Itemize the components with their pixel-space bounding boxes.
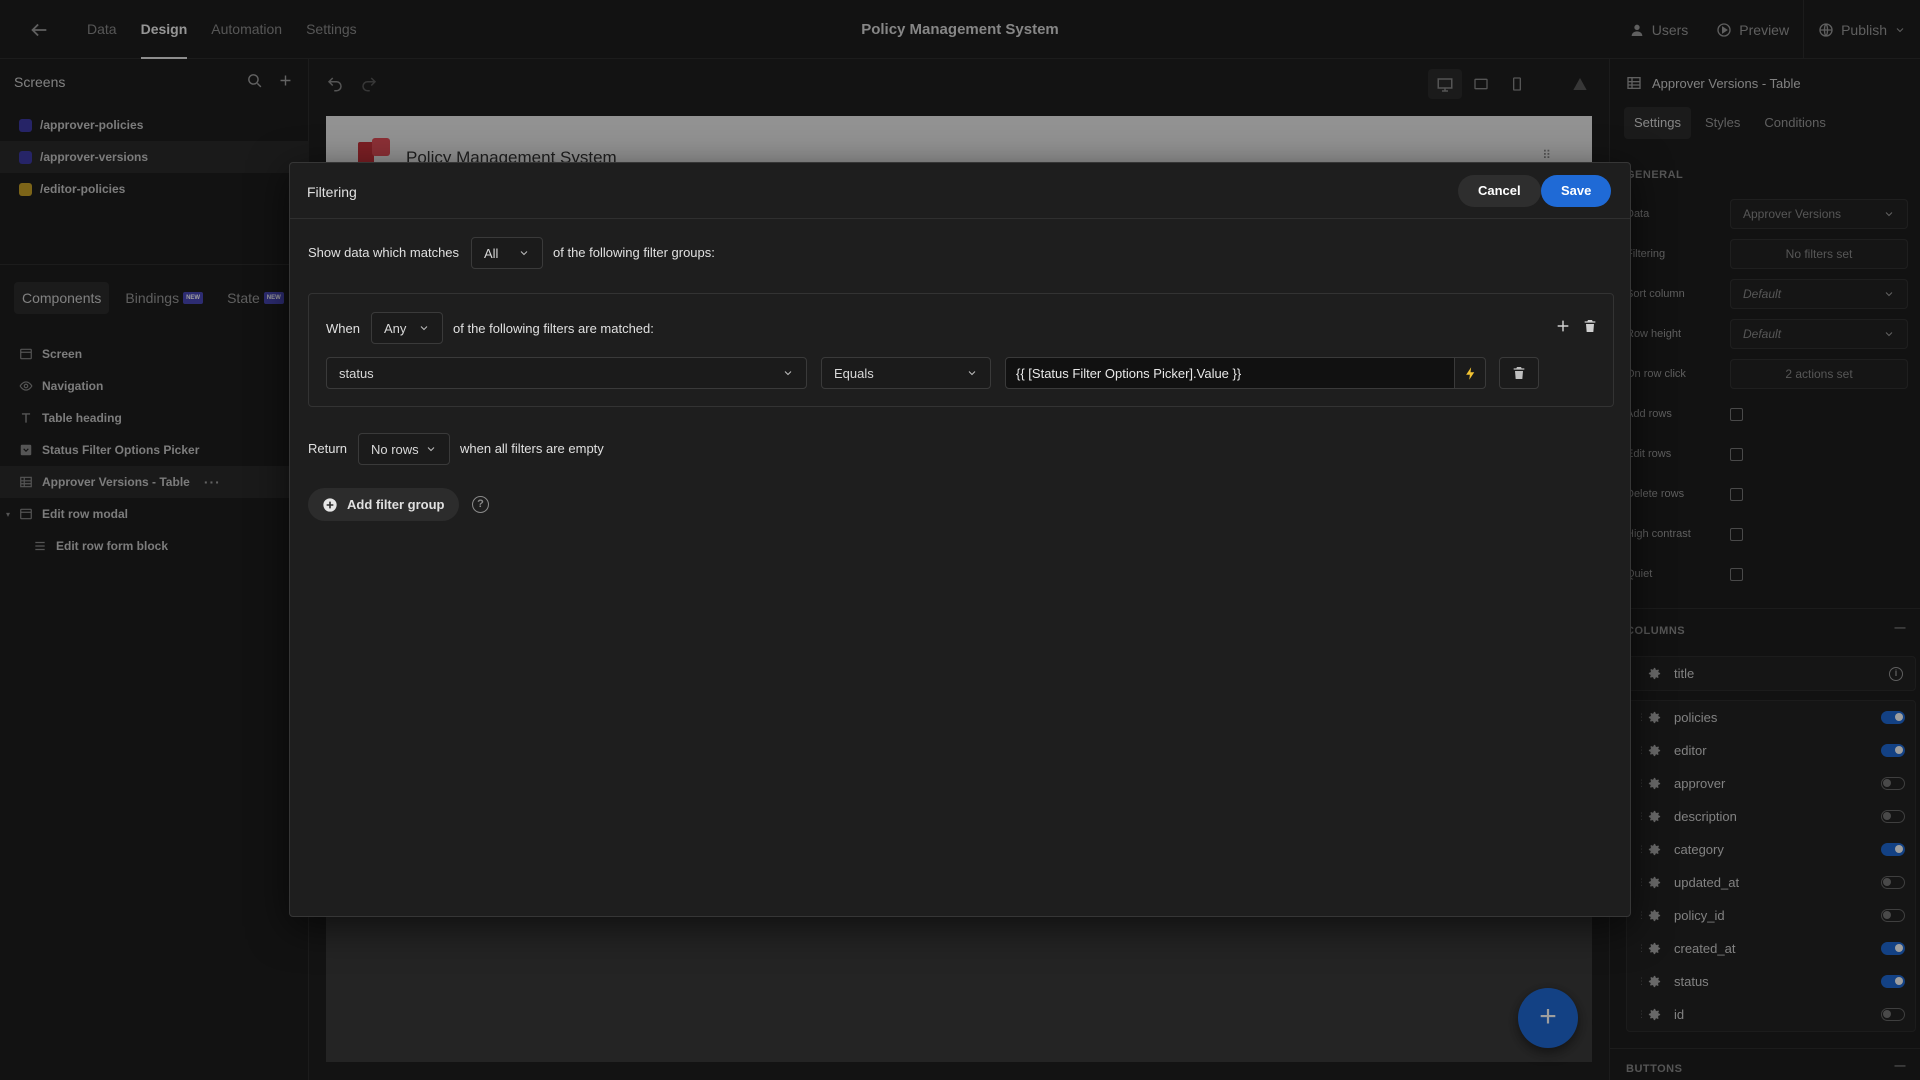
chevron-down-icon: [425, 443, 437, 455]
add-filter-group-button[interactable]: Add filter group: [308, 488, 459, 521]
filter-operator-select[interactable]: Equals: [821, 357, 991, 389]
filtering-modal: Filtering Cancel Save Show data which ma…: [289, 162, 1631, 917]
lightning-icon: [1463, 366, 1478, 381]
add-filter-group-label: Add filter group: [347, 497, 445, 512]
filter-operator-value: Equals: [834, 365, 874, 381]
trash-icon: [1511, 365, 1527, 381]
match-mode-select[interactable]: All: [471, 237, 543, 269]
return-select[interactable]: No rows: [358, 433, 450, 465]
modal-header: Filtering Cancel Save: [290, 163, 1630, 219]
add-filter-icon[interactable]: [1555, 318, 1571, 334]
delete-group-icon[interactable]: [1582, 318, 1598, 334]
return-label: Return: [308, 441, 348, 456]
chevron-down-icon: [966, 367, 978, 379]
when-label: When: [326, 321, 360, 336]
chevron-down-icon: [418, 322, 430, 334]
group-suffix: of the following filters are matched:: [453, 321, 654, 336]
cancel-button[interactable]: Cancel: [1458, 175, 1541, 207]
show-data-suffix: of the following filter groups:: [553, 245, 715, 260]
modal-title: Filtering: [307, 184, 357, 200]
chevron-down-icon: [518, 247, 530, 259]
binding-bolt-button[interactable]: [1454, 357, 1486, 389]
filter-group: When Any of the following filters are ma…: [308, 293, 1614, 407]
return-suffix: when all filters are empty: [460, 441, 604, 456]
chevron-down-icon: [782, 367, 794, 379]
save-button[interactable]: Save: [1541, 175, 1612, 207]
filter-value-input[interactable]: {{ [Status Filter Options Picker].Value …: [1005, 357, 1455, 389]
show-data-prefix: Show data which matches: [308, 245, 460, 260]
return-value: No rows: [371, 441, 419, 457]
delete-filter-button[interactable]: [1499, 357, 1539, 389]
plus-circle-icon: [322, 497, 338, 513]
group-mode-select[interactable]: Any: [371, 312, 443, 344]
group-mode-value: Any: [384, 320, 407, 336]
filter-field-value: status: [339, 365, 374, 381]
help-icon[interactable]: ?: [472, 496, 489, 513]
filter-field-select[interactable]: status: [326, 357, 807, 389]
match-mode-value: All: [484, 245, 499, 261]
